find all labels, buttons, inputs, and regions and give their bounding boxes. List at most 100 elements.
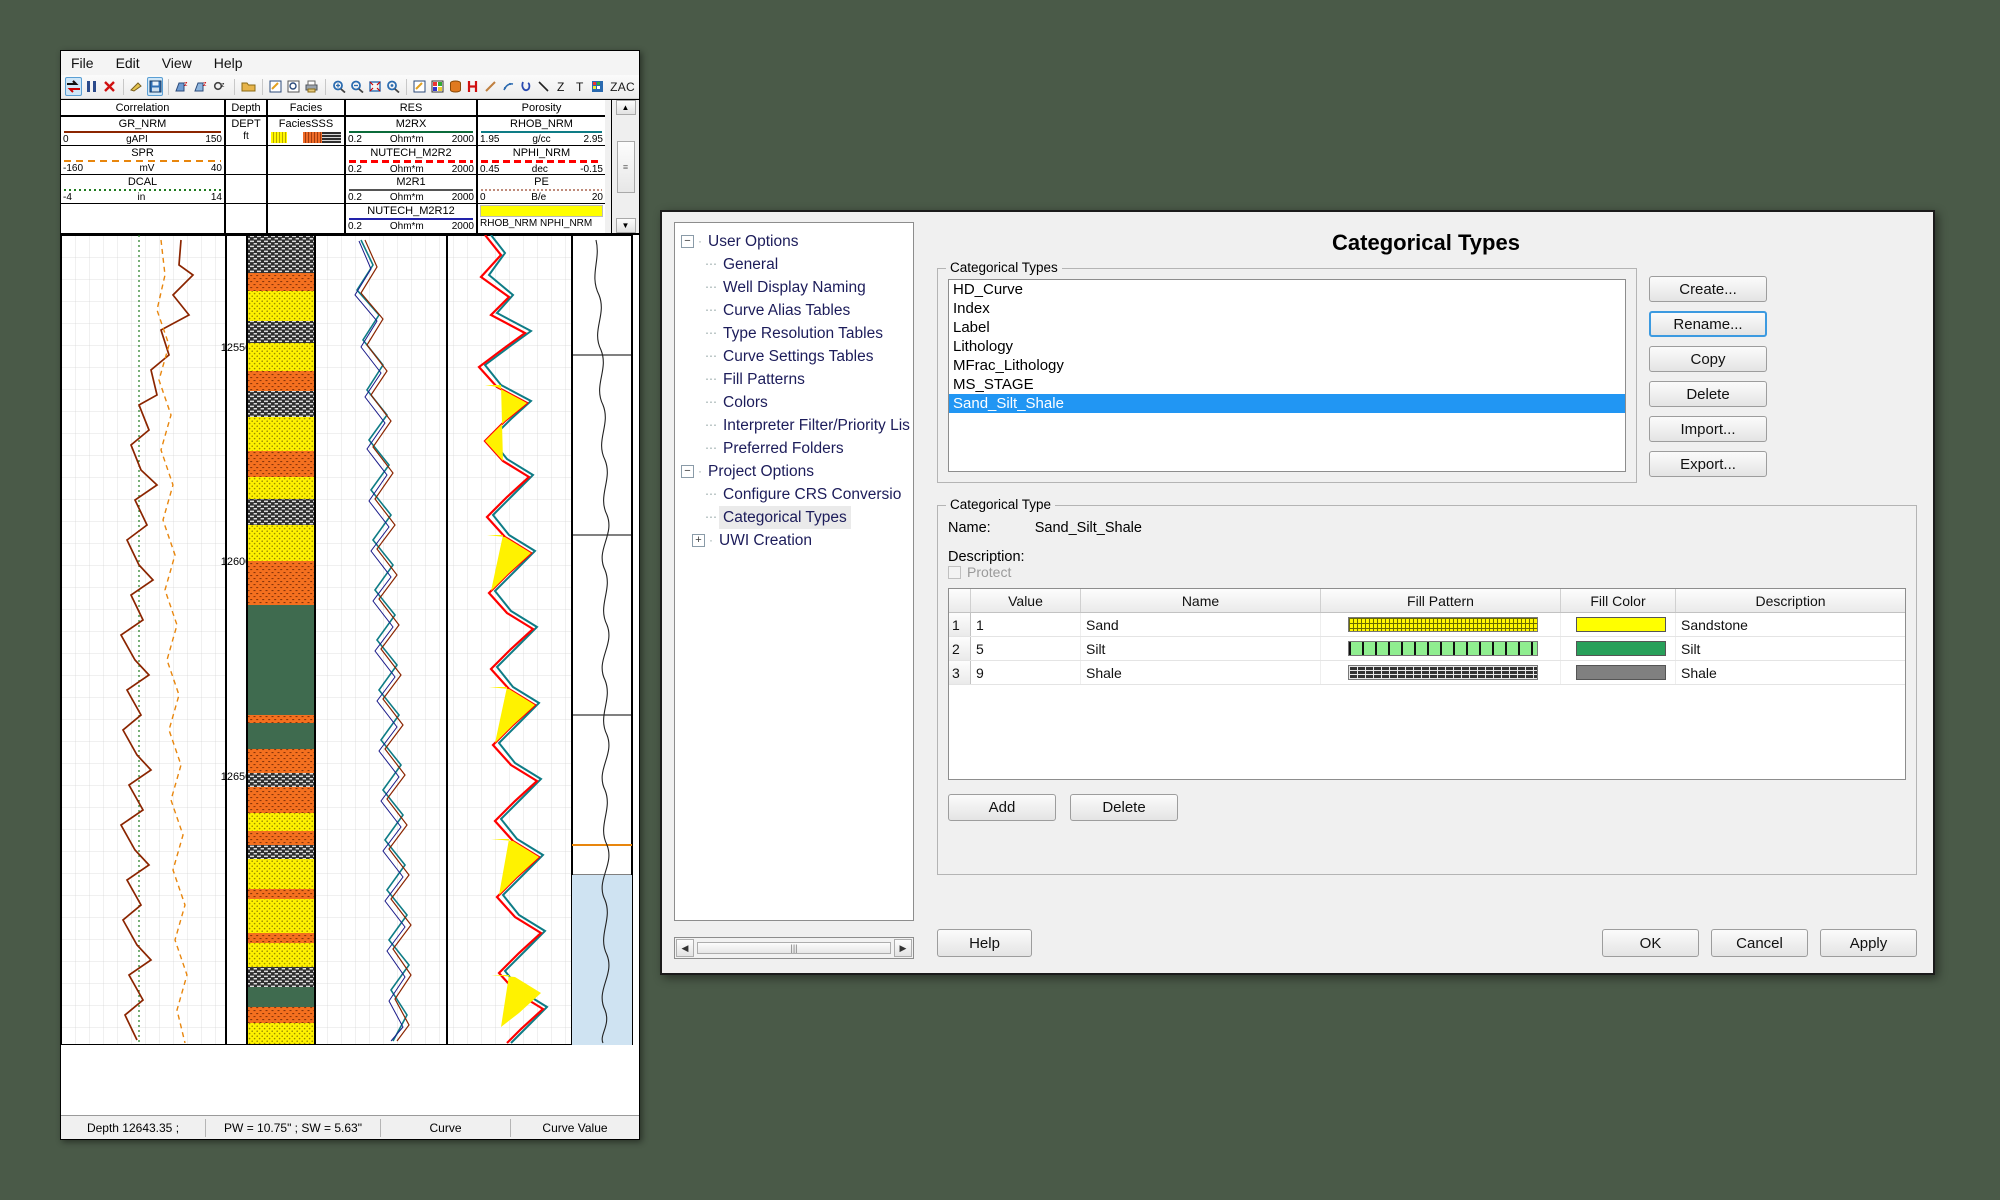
pencil-line-icon[interactable]: [483, 77, 499, 96]
t-letter-icon[interactable]: T: [572, 77, 588, 96]
help-button[interactable]: Help: [937, 929, 1032, 957]
preview-icon[interactable]: [285, 77, 301, 96]
tree-node-user-options[interactable]: − · User Options: [681, 230, 913, 253]
menu-item-help[interactable]: Help: [214, 55, 243, 71]
print-icon[interactable]: [303, 77, 320, 96]
menu-item-file[interactable]: File: [71, 55, 94, 71]
cell-fill-color[interactable]: [1561, 613, 1676, 636]
curve-header-nphi-nrm[interactable]: NPHI_NRM 0.45 dec -0.15: [478, 146, 605, 175]
cell-description[interactable]: Silt: [1676, 637, 1905, 660]
plus-icon[interactable]: +: [692, 534, 705, 547]
scroll-left-arrow-icon[interactable]: ◀: [676, 939, 694, 957]
tree-node-general[interactable]: ⋯ General: [681, 253, 913, 276]
tree-node-configure-crs-conversion[interactable]: ⋯ Configure CRS Conversio: [681, 483, 913, 506]
cell-fill-pattern[interactable]: [1321, 661, 1561, 684]
zoom-z-icon[interactable]: z: [212, 77, 229, 96]
zoom-region-icon[interactable]: [385, 77, 401, 96]
tree-node-type-resolution-tables[interactable]: ⋯ Type Resolution Tables: [681, 322, 913, 345]
table-row[interactable]: 3 9 Shale Shale: [949, 661, 1905, 685]
minus-icon[interactable]: −: [681, 235, 694, 248]
cell-name[interactable]: Shale: [1081, 661, 1321, 684]
header-vertical-scrollbar[interactable]: ▲ ≡ ▼: [611, 100, 639, 233]
tree-node-interpreter-filter-priority-list[interactable]: ⋯ Interpreter Filter/Priority Lis: [681, 414, 913, 437]
rename-button[interactable]: Rename...: [1649, 311, 1767, 337]
z-letter-icon[interactable]: Z: [554, 77, 570, 96]
list-item[interactable]: MFrac_Lithology: [949, 356, 1625, 375]
table-row[interactable]: 2 5 Silt Silt: [949, 637, 1905, 661]
form-edit-icon[interactable]: [268, 77, 284, 96]
menu-item-view[interactable]: View: [162, 55, 192, 71]
import-z-icon[interactable]: z: [174, 77, 191, 96]
scatter-icon[interactable]: [501, 77, 517, 96]
cell-value[interactable]: 9: [971, 661, 1081, 684]
note-edit-icon[interactable]: [412, 77, 428, 96]
sync-arrows-icon[interactable]: [65, 77, 82, 96]
database-icon[interactable]: [447, 77, 463, 96]
log-plot-area[interactable]: 12550 12600 12650: [61, 233, 639, 1115]
tree-horizontal-scrollbar[interactable]: ◀ ||| ▶: [674, 937, 914, 959]
tree-scroll-thumb[interactable]: |||: [697, 942, 891, 954]
tree-node-colors[interactable]: ⋯ Colors: [681, 391, 913, 414]
cancel-button[interactable]: Cancel: [1711, 929, 1808, 957]
cell-value[interactable]: 1: [971, 613, 1081, 636]
curve-header-dept[interactable]: DEPT ft: [226, 117, 266, 146]
tree-node-categorical-types[interactable]: ⋯ Categorical Types: [681, 506, 913, 529]
curve-header-gr-nrm[interactable]: GR_NRM 0 gAPI 150: [61, 117, 224, 146]
scroll-thumb[interactable]: ≡: [616, 140, 635, 193]
add-button[interactable]: Add: [948, 794, 1056, 821]
minus-icon[interactable]: −: [681, 465, 694, 478]
save-disk-icon[interactable]: [147, 77, 164, 96]
import-button[interactable]: Import...: [1649, 416, 1767, 442]
grid-color-icon[interactable]: [429, 77, 445, 96]
palette-grid-icon[interactable]: [589, 77, 605, 96]
curve-header-facies-sss[interactable]: FaciesSSS: [268, 117, 344, 146]
list-item[interactable]: Lithology: [949, 337, 1625, 356]
pause-icon[interactable]: [84, 77, 100, 96]
options-tree[interactable]: − · User Options ⋯ General ⋯ Well Display…: [674, 222, 914, 921]
cell-description[interactable]: Sandstone: [1676, 613, 1905, 636]
tree-node-project-options[interactable]: − · Project Options: [681, 460, 913, 483]
tree-node-fill-patterns[interactable]: ⋯ Fill Patterns: [681, 368, 913, 391]
tree-node-curve-settings-tables[interactable]: ⋯ Curve Settings Tables: [681, 345, 913, 368]
curve-header-dcal[interactable]: DCAL -4 in 14: [61, 175, 224, 204]
close-x-icon[interactable]: [102, 77, 118, 96]
folder-open-icon[interactable]: [240, 77, 257, 96]
list-item[interactable]: Label: [949, 318, 1625, 337]
curve-header-nutech-m2r2[interactable]: NUTECH_M2R2 0.2 Ohm*m 2000: [346, 146, 476, 175]
curve-header-spr[interactable]: SPR -160 mV 40: [61, 146, 224, 175]
edit-pencil-icon[interactable]: [128, 77, 145, 96]
protect-checkbox[interactable]: [948, 565, 961, 579]
cell-name[interactable]: Silt: [1081, 637, 1321, 660]
ok-button[interactable]: OK: [1602, 929, 1699, 957]
categorical-types-listbox[interactable]: HD_Curve Index Label Lithology MFrac_Lit…: [948, 279, 1626, 472]
categorical-values-table[interactable]: Value Name Fill Pattern Fill Color Descr…: [948, 588, 1906, 780]
curve-header-m2r1[interactable]: M2R1 0.2 Ohm*m 2000: [346, 175, 476, 204]
line-icon[interactable]: [536, 77, 552, 96]
copy-button[interactable]: Copy: [1649, 346, 1767, 372]
cell-fill-color[interactable]: [1561, 637, 1676, 660]
cell-description[interactable]: Shale: [1676, 661, 1905, 684]
export-z-icon[interactable]: z: [193, 77, 210, 96]
cell-fill-pattern[interactable]: [1321, 637, 1561, 660]
curve-header-m2rx[interactable]: M2RX 0.2 Ohm*m 2000: [346, 117, 476, 146]
cell-fill-color[interactable]: [1561, 661, 1676, 684]
delete-row-button[interactable]: Delete: [1070, 794, 1178, 821]
list-item[interactable]: MS_STAGE: [949, 375, 1625, 394]
cell-value[interactable]: 5: [971, 637, 1081, 660]
curve-header-rhob-nrm[interactable]: RHOB_NRM 1.95 g/cc 2.95: [478, 117, 605, 146]
tree-node-preferred-folders[interactable]: ⋯ Preferred Folders: [681, 437, 913, 460]
zoom-fit-icon[interactable]: [367, 77, 383, 96]
tree-node-uwi-creation[interactable]: + · UWI Creation: [681, 529, 913, 552]
curve-header-nutech-m2r12[interactable]: NUTECH_M2R12 0.2 Ohm*m 2000: [346, 204, 476, 233]
apply-button[interactable]: Apply: [1820, 929, 1917, 957]
curve-header-pe[interactable]: PE 0 B/e 20: [478, 175, 605, 204]
list-item[interactable]: Index: [949, 299, 1625, 318]
export-button[interactable]: Export...: [1649, 451, 1767, 477]
list-item-selected[interactable]: Sand_Silt_Shale: [949, 394, 1625, 413]
scroll-down-button[interactable]: ▼: [615, 218, 636, 233]
undo-curve-icon[interactable]: [518, 77, 534, 96]
horizontal-h-icon[interactable]: [465, 77, 481, 96]
tree-node-well-display-naming[interactable]: ⋯ Well Display Naming: [681, 276, 913, 299]
cell-fill-pattern[interactable]: [1321, 613, 1561, 636]
scroll-up-button[interactable]: ▲: [615, 100, 636, 115]
